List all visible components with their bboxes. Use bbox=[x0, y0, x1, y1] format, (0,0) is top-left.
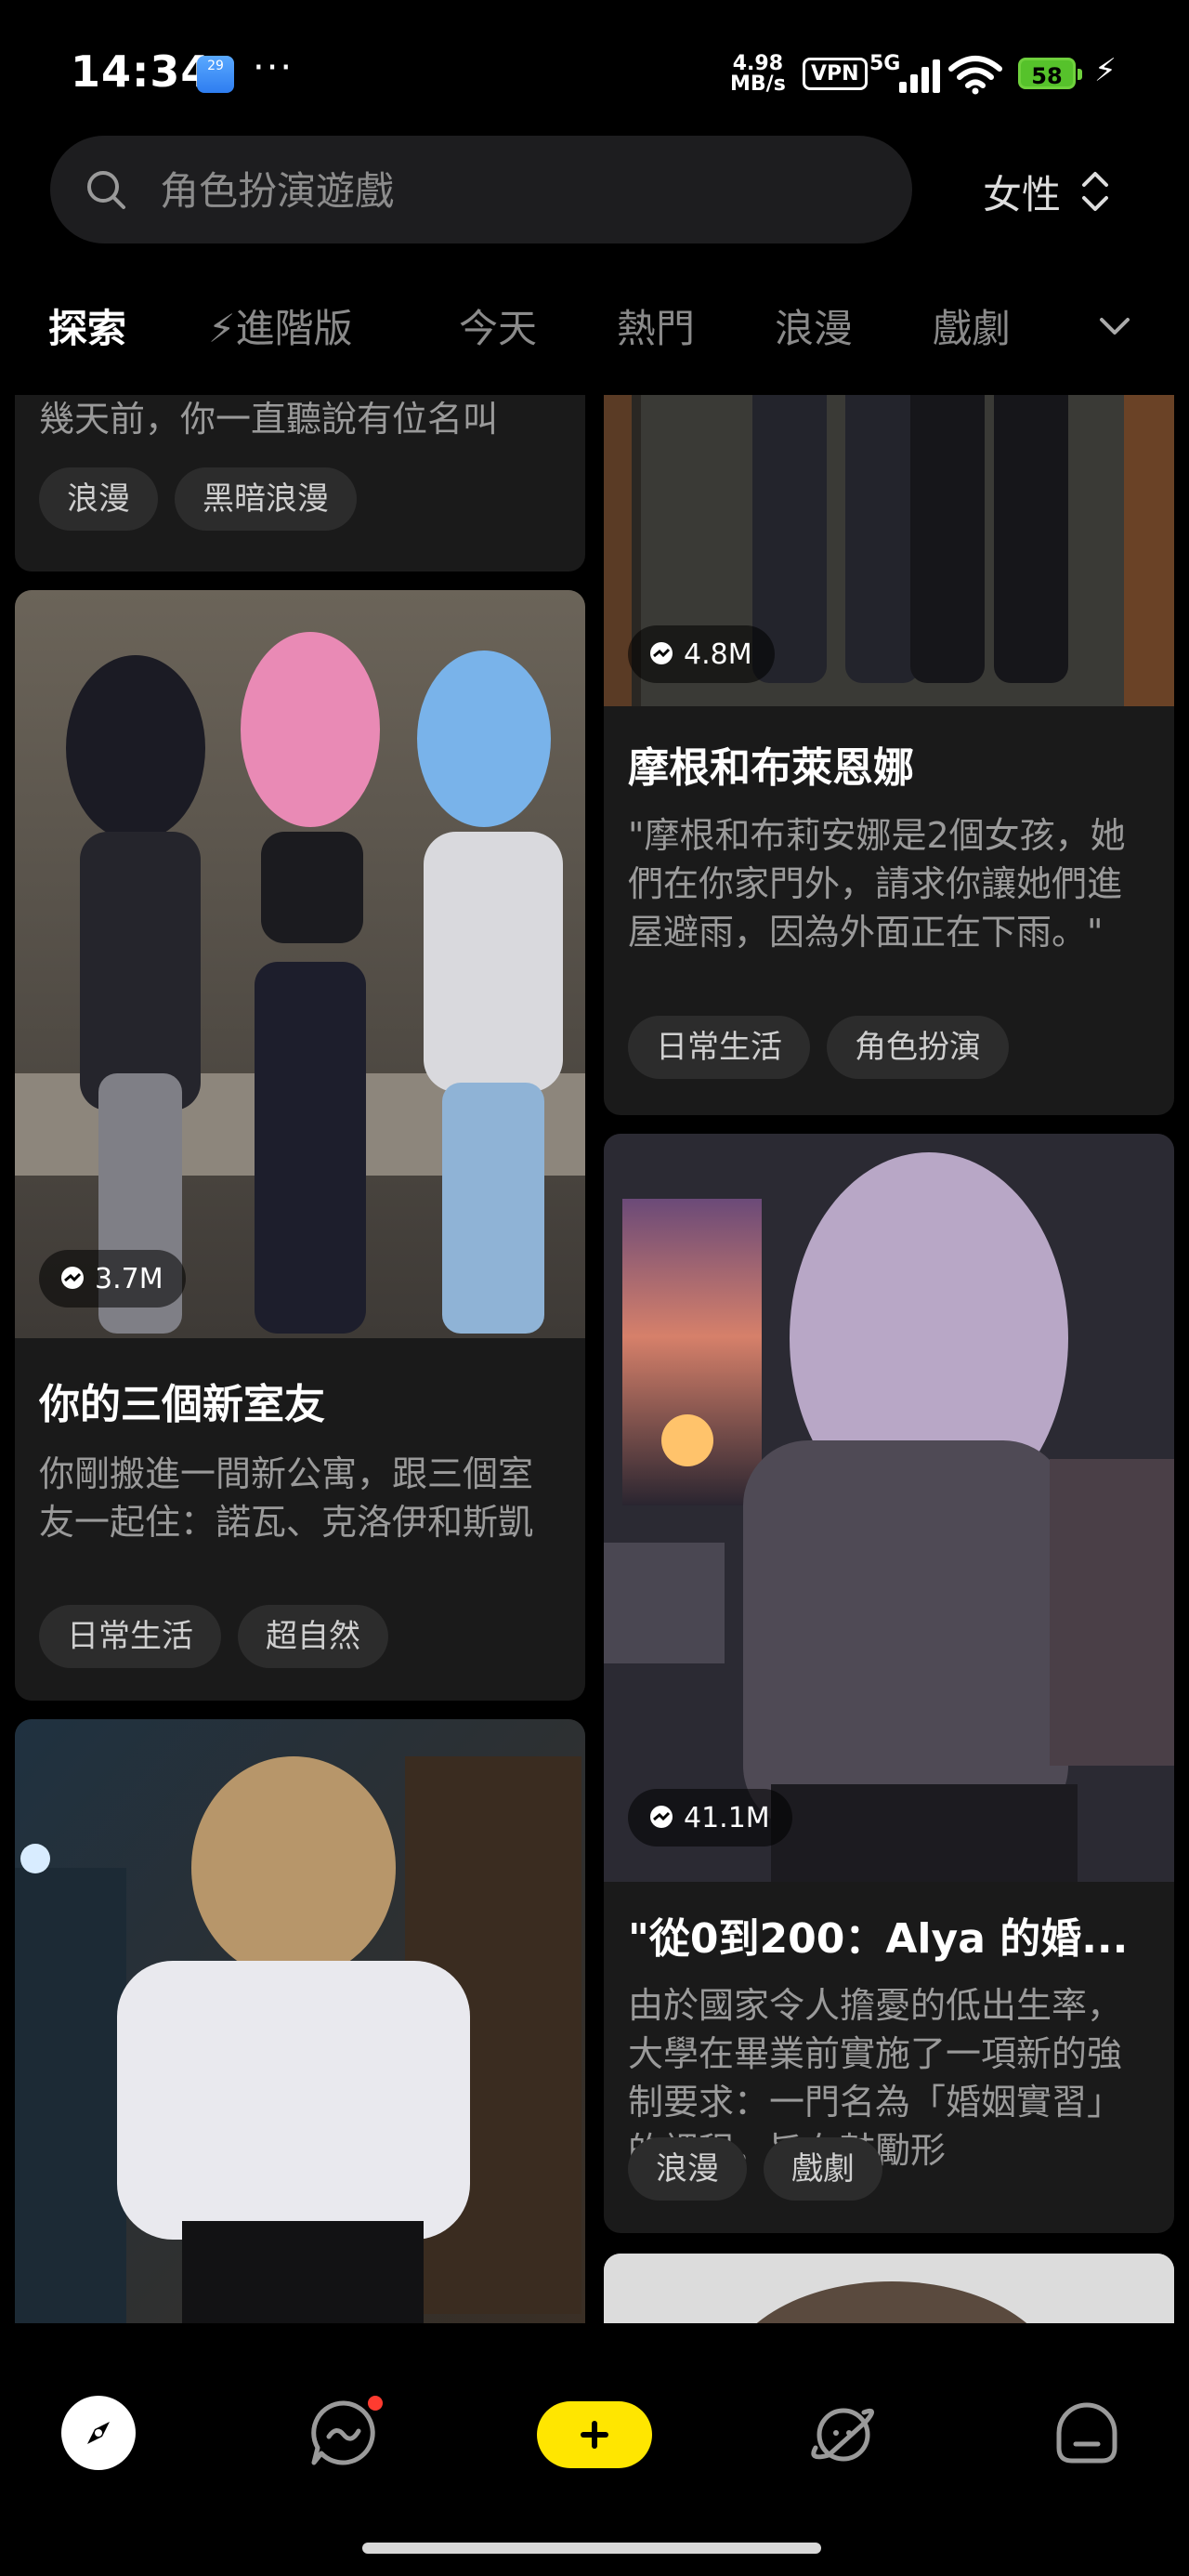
tag[interactable]: 浪漫 bbox=[628, 2137, 747, 2201]
character-card[interactable] bbox=[15, 1719, 585, 2323]
character-card[interactable]: 4.8M 摩根和布萊恩娜 "摩根和布莉安娜是2個女孩，她們在你家門外，請求你讓她… bbox=[604, 395, 1174, 1115]
chevron-down-icon[interactable] bbox=[1092, 303, 1137, 348]
character-image bbox=[15, 590, 585, 1338]
character-card[interactable]: 幾天前，你一直聽說有位名叫 浪漫 黑暗浪漫 bbox=[15, 395, 585, 572]
category-tabs: 探索 ⚡進階版 今天 熱門 浪漫 戲劇 bbox=[0, 279, 1189, 368]
card-title: "從0到200：Alya 的婚... bbox=[628, 1915, 1129, 1963]
bottom-navigation bbox=[0, 2323, 1189, 2576]
nav-discover[interactable] bbox=[806, 2396, 881, 2470]
status-bar: 14:34 29 ··· 4.98 MB/s VPN 5G 58 ⚡ bbox=[0, 0, 1189, 130]
play-count: 3.7M bbox=[39, 1250, 186, 1308]
sort-updown-icon bbox=[1082, 172, 1109, 211]
compass-icon bbox=[87, 2422, 110, 2444]
tag[interactable]: 日常生活 bbox=[628, 1016, 810, 1079]
play-count-value: 4.8M bbox=[684, 637, 752, 671]
chat-bubble-icon bbox=[650, 642, 673, 664]
more-notifications-icon: ··· bbox=[253, 46, 294, 89]
search-bar[interactable] bbox=[50, 136, 912, 245]
character-card[interactable]: 3.7M 你的三個新室友 你剛搬進一間新公寓，跟三個室友一起住：諾瓦、克洛伊和斯… bbox=[15, 590, 585, 1701]
search-input[interactable] bbox=[158, 136, 886, 245]
character-image bbox=[604, 1134, 1174, 1882]
network-speed: 4.98 MB/s bbox=[730, 52, 786, 96]
notification-dot bbox=[368, 2396, 383, 2411]
card-description: 幾天前，你一直聽說有位名叫 bbox=[39, 399, 499, 440]
card-description: "摩根和布莉安娜是2個女孩，她們在你家門外，請求你讓她們進屋避雨，因為外面正在下… bbox=[628, 815, 1126, 953]
card-tags: 日常生活 角色扮演 bbox=[628, 1016, 1009, 1079]
chat-bubble-icon bbox=[650, 1806, 673, 1828]
tab-premium[interactable]: ⚡進階版 bbox=[208, 297, 353, 354]
card-tags: 浪漫 戲劇 bbox=[628, 2137, 882, 2201]
nav-explore[interactable] bbox=[61, 2396, 136, 2470]
card-tags: 浪漫 黑暗浪漫 bbox=[39, 467, 357, 531]
tag[interactable]: 超自然 bbox=[238, 1605, 388, 1668]
tab-explore[interactable]: 探索 bbox=[48, 297, 126, 354]
search-icon bbox=[87, 171, 125, 209]
planet-icon bbox=[811, 2408, 874, 2462]
card-title: 摩根和布萊恩娜 bbox=[628, 744, 914, 792]
gender-label: 女性 bbox=[983, 171, 1062, 217]
tag[interactable]: 角色扮演 bbox=[827, 1016, 1009, 1079]
calendar-icon: 29 bbox=[197, 56, 234, 93]
tag[interactable]: 日常生活 bbox=[39, 1605, 221, 1668]
character-image bbox=[604, 2254, 1174, 2323]
play-count-value: 3.7M bbox=[95, 1262, 163, 1295]
character-card[interactable]: 41.1M "從0到200：Alya 的婚... 由於國家令人擔憂的低出生率，大… bbox=[604, 1134, 1174, 2233]
card-title: 你的三個新室友 bbox=[39, 1381, 325, 1428]
plus-icon bbox=[581, 2421, 608, 2449]
tab-drama[interactable]: 戲劇 bbox=[933, 297, 1011, 354]
character-feed: 幾天前，你一直聽說有位名叫 浪漫 黑暗浪漫 3.7M 你的三個新室友 你剛搬進一… bbox=[0, 395, 1189, 2323]
tag[interactable]: 戲劇 bbox=[764, 2137, 882, 2201]
wifi-icon bbox=[948, 56, 1002, 95]
play-count: 4.8M bbox=[628, 625, 775, 683]
tag[interactable]: 黑暗浪漫 bbox=[175, 467, 357, 531]
battery-icon: 58 bbox=[1018, 58, 1082, 89]
play-count: 41.1M bbox=[628, 1789, 792, 1847]
nav-create-button[interactable] bbox=[537, 2401, 652, 2468]
gender-selector[interactable]: 女性 bbox=[983, 156, 1111, 227]
tab-romance[interactable]: 浪漫 bbox=[775, 297, 853, 354]
character-image bbox=[15, 1719, 585, 2323]
tab-popular[interactable]: 熱門 bbox=[617, 297, 695, 354]
status-time: 14:34 bbox=[71, 46, 212, 97]
vpn-icon: VPN bbox=[803, 58, 868, 90]
tag[interactable]: 浪漫 bbox=[39, 467, 158, 531]
charging-icon: ⚡ bbox=[1094, 52, 1117, 89]
tab-today[interactable]: 今天 bbox=[459, 297, 537, 354]
chat-bubble-icon bbox=[61, 1267, 84, 1289]
card-description: 你剛搬進一間新公寓，跟三個室友一起住：諾瓦、克洛伊和斯凱 bbox=[39, 1453, 534, 1543]
card-tags: 日常生活 超自然 bbox=[39, 1605, 388, 1668]
home-indicator[interactable] bbox=[362, 2543, 821, 2554]
play-count-value: 41.1M bbox=[684, 1801, 770, 1834]
character-card[interactable] bbox=[604, 2254, 1174, 2323]
profile-icon bbox=[1056, 2402, 1117, 2464]
signal-icon bbox=[892, 58, 940, 93]
nav-profile[interactable] bbox=[1050, 2396, 1124, 2470]
